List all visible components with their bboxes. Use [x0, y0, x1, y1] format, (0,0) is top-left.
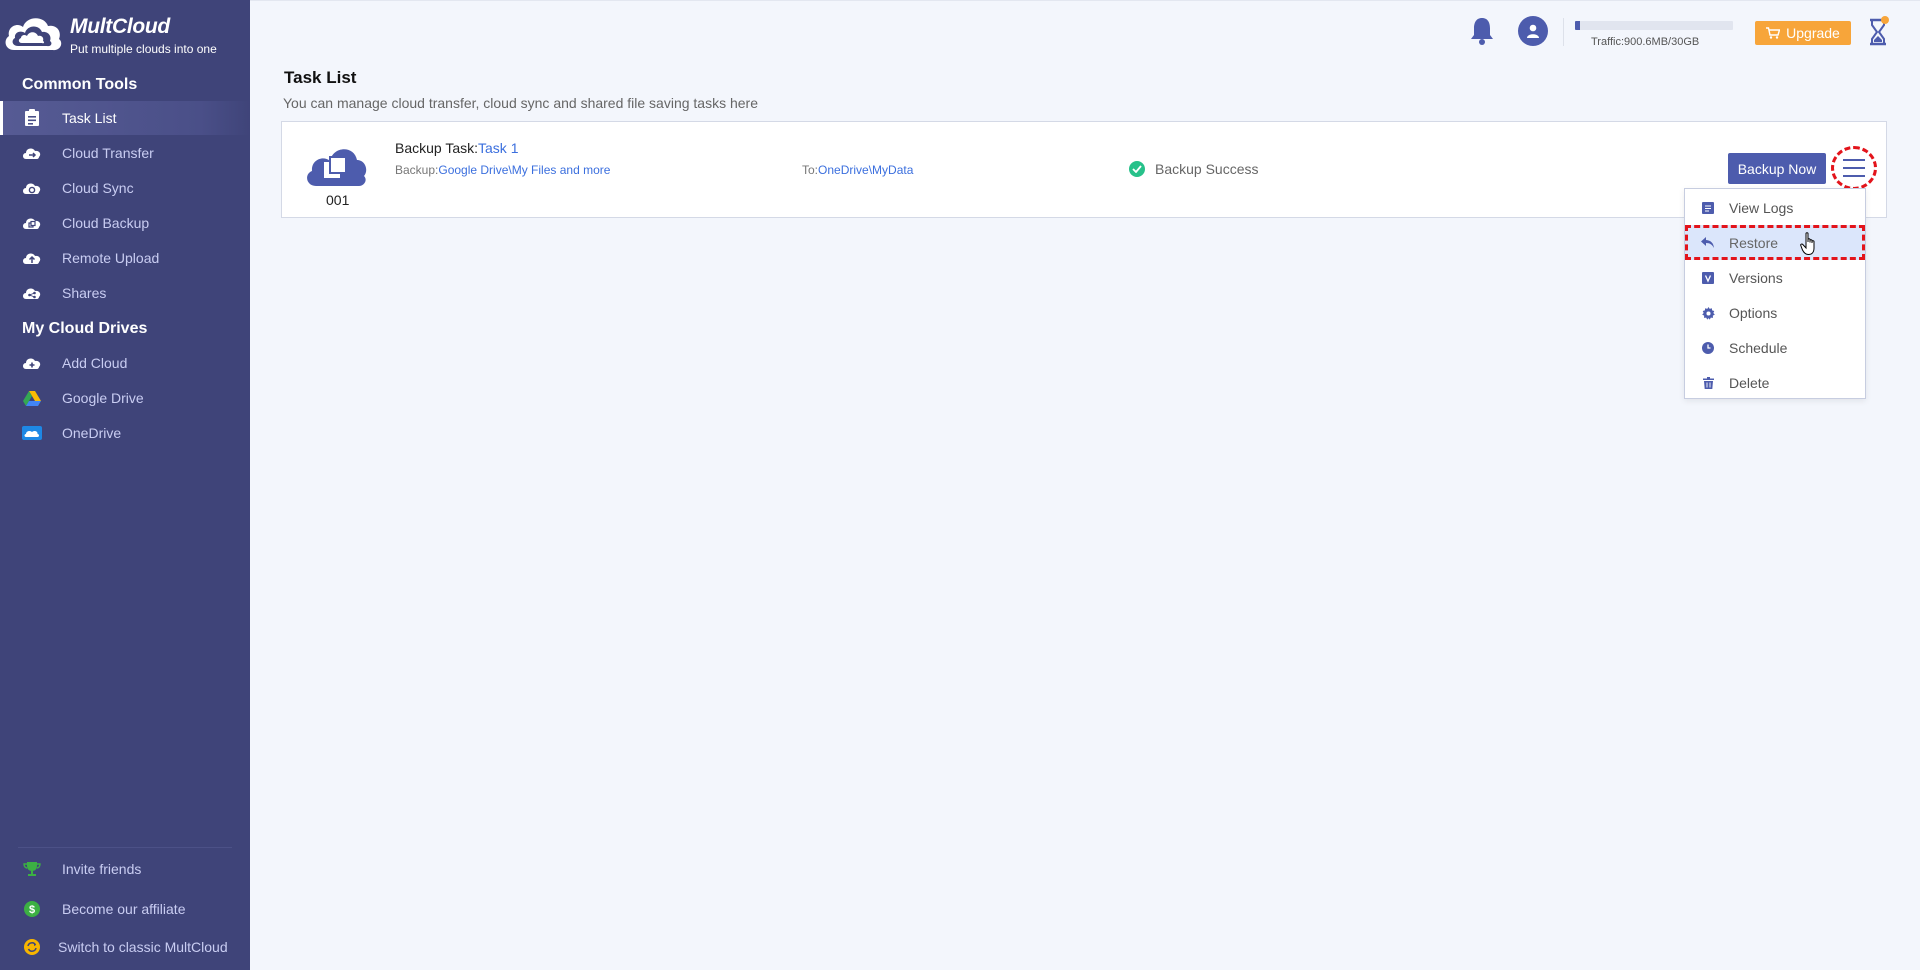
sidebar-item-cloud-transfer[interactable]: Cloud Transfer — [0, 136, 250, 170]
switch-icon — [22, 938, 42, 956]
versions-icon — [1701, 271, 1715, 285]
remote-upload-icon — [22, 249, 42, 267]
dollar-icon: $ — [22, 900, 42, 918]
brand-slogan: Put multiple clouds into one — [70, 42, 217, 56]
sidebar-item-invite-friends[interactable]: Invite friends — [0, 852, 250, 886]
sidebar-item-label: Task List — [62, 110, 117, 126]
menu-item-restore[interactable]: Restore — [1685, 225, 1865, 260]
menu-item-options[interactable]: Options — [1685, 295, 1865, 330]
section-title-common-tools: Common Tools — [22, 76, 138, 93]
check-icon — [1129, 161, 1145, 177]
menu-item-label: Restore — [1729, 234, 1779, 251]
sidebar-divider — [18, 847, 232, 848]
task-number: 001 — [326, 192, 350, 208]
backup-label: Backup: — [395, 163, 439, 177]
sidebar-item-label: Switch to classic MultCloud — [58, 939, 228, 955]
bell-icon[interactable] — [1470, 16, 1494, 46]
cloud-backup-task-icon — [307, 149, 367, 186]
menu-item-versions[interactable]: Versions — [1685, 260, 1865, 295]
cloud-backup-icon — [22, 214, 42, 232]
google-drive-icon — [22, 389, 42, 407]
backup-now-button[interactable]: Backup Now — [1728, 153, 1826, 184]
add-cloud-icon — [22, 354, 42, 372]
restore-icon — [1701, 236, 1715, 250]
trash-icon — [1701, 376, 1715, 390]
sidebar-item-label: Invite friends — [62, 861, 142, 877]
sidebar-item-remote-upload[interactable]: Remote Upload — [0, 241, 250, 275]
cloud-sync-icon — [22, 179, 42, 197]
menu-item-view-logs[interactable]: View Logs — [1685, 190, 1865, 225]
menu-item-label: Versions — [1729, 269, 1783, 286]
sidebar-item-cloud-sync[interactable]: Cloud Sync — [0, 171, 250, 205]
menu-item-label: View Logs — [1729, 199, 1794, 216]
sidebar-item-onedrive[interactable]: OneDrive — [0, 416, 250, 450]
gear-icon — [1701, 306, 1715, 320]
menu-item-delete[interactable]: Delete — [1685, 365, 1865, 400]
sidebar: MultCloud Put multiple clouds into one C… — [0, 0, 250, 970]
traffic-progress-bar — [1575, 21, 1733, 30]
sidebar-item-task-list[interactable]: Task List — [0, 101, 250, 135]
task-source: Backup:Google Drive\My Files and more — [395, 163, 610, 177]
hand-cursor-icon — [1800, 232, 1815, 256]
topbar-border — [250, 0, 1920, 1]
sidebar-item-label: Cloud Sync — [62, 180, 134, 196]
menu-item-label: Options — [1729, 304, 1778, 321]
sidebar-item-label: Cloud Transfer — [62, 145, 154, 161]
upgrade-button[interactable]: Upgrade — [1755, 21, 1851, 45]
sidebar-item-label: Add Cloud — [62, 355, 128, 371]
sidebar-item-google-drive[interactable]: Google Drive — [0, 381, 250, 415]
sidebar-item-label: OneDrive — [62, 425, 122, 441]
cart-icon — [1766, 27, 1781, 39]
brand-name: MultCloud — [70, 15, 170, 38]
brand-logo[interactable]: MultCloud Put multiple clouds into one — [0, 6, 250, 56]
page-title: Task List — [284, 68, 357, 87]
logs-icon — [1701, 201, 1715, 215]
status-text: Backup Success — [1155, 161, 1259, 177]
menu-item-schedule[interactable]: Schedule — [1685, 330, 1865, 365]
cloud-transfer-icon — [22, 144, 42, 162]
task-title: Backup Task:Task 1 — [395, 140, 518, 156]
task-type-label: Backup Task: — [395, 140, 479, 156]
menu-item-label: Delete — [1729, 374, 1770, 391]
multcloud-logo-icon — [5, 18, 62, 51]
to-label: To: — [802, 163, 819, 177]
sidebar-item-affiliate[interactable]: $ Become our affiliate — [0, 892, 250, 926]
task-list-icon — [22, 109, 42, 127]
sidebar-item-label: Become our affiliate — [62, 901, 186, 917]
sidebar-item-label: Google Drive — [62, 390, 144, 406]
traffic-text: Traffic:900.6MB/30GB — [1591, 36, 1700, 48]
task-card: 001 Backup Task:Task 1 Backup:Google Dri… — [281, 121, 1887, 218]
user-icon — [1527, 24, 1539, 38]
sidebar-item-switch-classic[interactable]: Switch to classic MultCloud — [0, 930, 250, 964]
upgrade-label: Upgrade — [1786, 25, 1840, 41]
sidebar-item-cloud-backup[interactable]: Cloud Backup — [0, 206, 250, 240]
task-name-link[interactable]: Task 1 — [478, 140, 518, 156]
onedrive-icon — [22, 424, 42, 442]
hamburger-menu-icon — [1843, 159, 1865, 177]
sidebar-item-label: Remote Upload — [62, 250, 160, 266]
shares-icon — [22, 284, 42, 302]
clock-icon — [1701, 341, 1715, 355]
menu-item-label: Schedule — [1729, 339, 1788, 356]
task-menu-button[interactable] — [1831, 146, 1877, 190]
notification-dot — [1881, 16, 1889, 24]
svg-text:$: $ — [29, 904, 35, 916]
section-title-my-cloud-drives: My Cloud Drives — [22, 320, 148, 337]
task-actions-dropdown: View Logs Restore Versions Options Sched… — [1684, 188, 1866, 399]
backup-source-link[interactable]: Google Drive\My Files and more — [438, 163, 610, 177]
sidebar-item-shares[interactable]: Shares — [0, 276, 250, 310]
sidebar-item-add-cloud[interactable]: Add Cloud — [0, 346, 250, 380]
traffic-progress-fill — [1575, 21, 1580, 30]
sidebar-item-label: Shares — [62, 285, 107, 301]
topbar-separator — [1563, 18, 1564, 46]
task-destination: To:OneDrive\MyData — [802, 163, 913, 177]
trophy-icon — [22, 860, 42, 878]
destination-link[interactable]: OneDrive\MyData — [818, 163, 913, 177]
task-status: Backup Success — [1129, 161, 1259, 177]
sidebar-item-label: Cloud Backup — [62, 215, 150, 231]
user-avatar[interactable] — [1518, 16, 1548, 46]
page-subtitle: You can manage cloud transfer, cloud syn… — [283, 95, 758, 111]
